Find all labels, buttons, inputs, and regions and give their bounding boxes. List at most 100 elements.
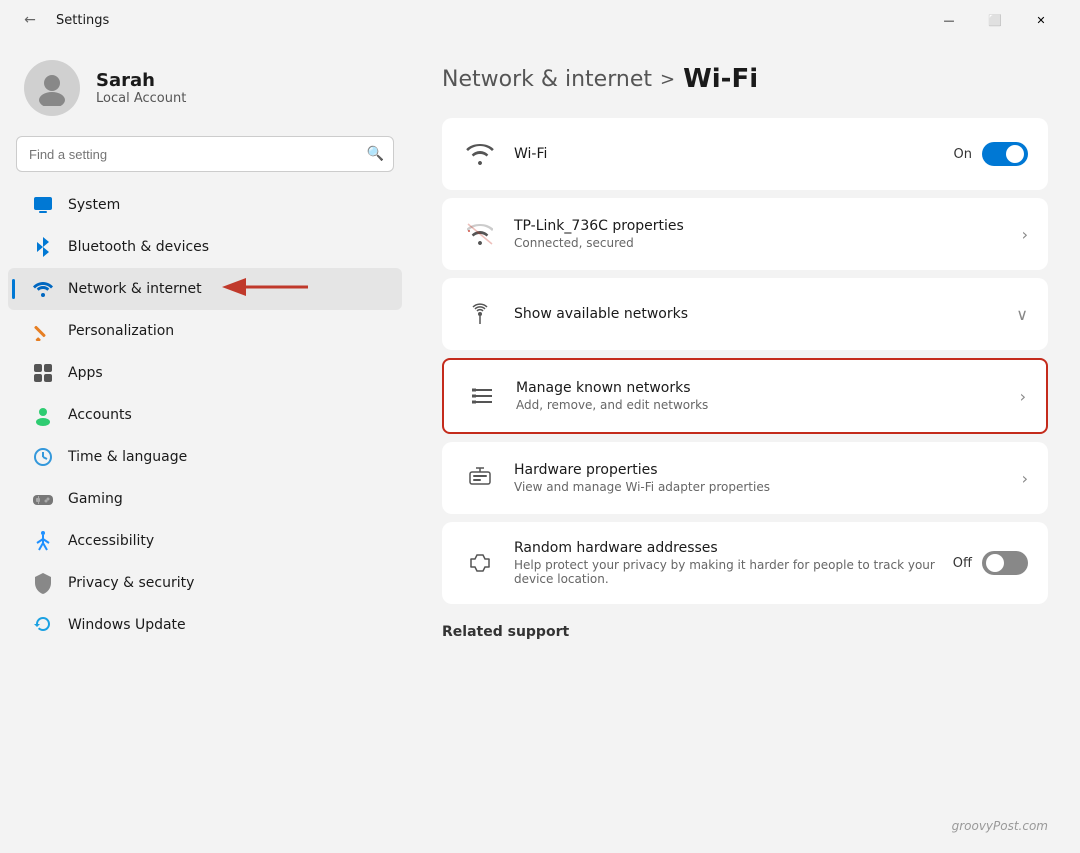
sidebar-item-gaming[interactable]: Gaming [8,478,402,520]
breadcrumb: Network & internet > Wi-Fi [442,64,1048,94]
random-hw-text: Random hardware addresses Help protect y… [514,540,937,586]
antenna-icon [462,296,498,332]
accessibility-icon [32,530,54,552]
hardware-props-title: Hardware properties [514,462,1006,478]
sidebar-item-privacy-label: Privacy & security [68,575,194,591]
titlebar-left: ← Settings [16,6,109,34]
chevron-down-icon: ∨ [1016,305,1028,324]
sidebar: Sarah Local Account 🔍 System [0,40,410,853]
tp-link-icon [462,216,498,252]
wifi-toggle-label: On [954,147,972,162]
manage-networks-icon [464,378,500,414]
tp-link-title: TP-Link_736C properties [514,218,1006,234]
close-button[interactable]: ✕ [1018,4,1064,36]
breadcrumb-separator: > [660,69,675,90]
minimize-button[interactable]: — [926,4,972,36]
sidebar-item-apps[interactable]: Apps [8,352,402,394]
nav-list: System Bluetooth & devices [0,184,410,646]
sidebar-item-update[interactable]: Windows Update [8,604,402,646]
show-networks-text: Show available networks [514,306,1000,322]
sidebar-item-privacy[interactable]: Privacy & security [8,562,402,604]
tp-link-item[interactable]: TP-Link_736C properties Connected, secur… [442,198,1048,270]
hardware-icon [462,460,498,496]
show-networks-title: Show available networks [514,306,1000,322]
bluetooth-icon [32,236,54,258]
sidebar-item-system-label: System [68,197,120,213]
watermark: groovyPost.com [952,819,1048,833]
sidebar-item-update-label: Windows Update [68,617,186,633]
arrow-annotation [218,272,318,306]
maximize-button[interactable]: ⬜ [972,4,1018,36]
back-button[interactable]: ← [16,6,44,34]
sidebar-item-time[interactable]: Time & language [8,436,402,478]
breadcrumb-current: Wi-Fi [683,64,758,94]
user-info: Sarah Local Account [96,70,186,106]
sidebar-item-bluetooth[interactable]: Bluetooth & devices [8,226,402,268]
random-hw-title: Random hardware addresses [514,540,937,556]
breadcrumb-parent: Network & internet [442,67,652,92]
hardware-props-text: Hardware properties View and manage Wi-F… [514,462,1006,494]
related-support: Related support [442,624,1048,640]
manage-networks-text: Manage known networks Add, remove, and e… [516,380,1004,412]
privacy-icon [32,572,54,594]
random-hw-toggle[interactable] [982,551,1028,575]
show-networks-card: Show available networks ∨ [442,278,1048,350]
sidebar-item-bluetooth-label: Bluetooth & devices [68,239,209,255]
search-icon: 🔍 [367,146,384,162]
sidebar-item-accounts[interactable]: Accounts [8,394,402,436]
hardware-props-card: Hardware properties View and manage Wi-F… [442,442,1048,514]
chevron-right-icon-2: › [1020,387,1026,406]
sidebar-item-accounts-label: Accounts [68,407,132,423]
apps-icon [32,362,54,384]
show-networks-chevron: ∨ [1016,305,1028,324]
manage-networks-chevron: › [1020,387,1026,406]
wifi-toggle-right: On [954,142,1028,166]
hardware-props-chevron: › [1022,469,1028,488]
random-hw-toggle-label: Off [953,556,972,571]
sidebar-item-accessibility[interactable]: Accessibility [8,520,402,562]
manage-networks-item[interactable]: Manage known networks Add, remove, and e… [444,360,1046,432]
avatar [24,60,80,116]
manage-networks-card: Manage known networks Add, remove, and e… [442,358,1048,434]
sidebar-item-personalization-label: Personalization [68,323,174,339]
wifi-card: Wi-Fi On [442,118,1048,190]
search-box: 🔍 [16,136,394,172]
random-hw-right: Off [953,551,1028,575]
titlebar: ← Settings — ⬜ ✕ [0,0,1080,40]
sidebar-item-time-label: Time & language [68,449,187,465]
hardware-props-subtitle: View and manage Wi-Fi adapter properties [514,480,1006,494]
hardware-props-item[interactable]: Hardware properties View and manage Wi-F… [442,442,1048,514]
sidebar-item-gaming-label: Gaming [68,491,123,507]
accounts-icon [32,404,54,426]
titlebar-title: Settings [56,13,109,28]
search-input[interactable] [16,136,394,172]
sidebar-item-personalization[interactable]: Personalization [8,310,402,352]
random-hw-item[interactable]: Random hardware addresses Help protect y… [442,522,1048,604]
system-icon [32,194,54,216]
wifi-toggle-item[interactable]: Wi-Fi On [442,118,1048,190]
personalization-icon [32,320,54,342]
user-account-type: Local Account [96,91,186,106]
network-icon [32,278,54,300]
random-hw-subtitle: Help protect your privacy by making it h… [514,558,937,586]
manage-networks-title: Manage known networks [516,380,1004,396]
wifi-toggle-text: Wi-Fi [514,146,938,162]
sidebar-item-system[interactable]: System [8,184,402,226]
sidebar-item-accessibility-label: Accessibility [68,533,154,549]
chevron-right-icon-3: › [1022,469,1028,488]
tp-link-card: TP-Link_736C properties Connected, secur… [442,198,1048,270]
random-hw-card: Random hardware addresses Help protect y… [442,522,1048,604]
titlebar-controls: — ⬜ ✕ [926,4,1064,36]
tp-link-text: TP-Link_736C properties Connected, secur… [514,218,1006,250]
tp-link-chevron: › [1022,225,1028,244]
sidebar-item-network[interactable]: Network & internet [8,268,402,310]
manage-networks-subtitle: Add, remove, and edit networks [516,398,1004,412]
show-networks-item[interactable]: Show available networks ∨ [442,278,1048,350]
app-body: Sarah Local Account 🔍 System [0,40,1080,853]
sidebar-item-network-label: Network & internet [68,281,202,297]
random-hw-icon [462,545,498,581]
wifi-toggle[interactable] [982,142,1028,166]
user-section[interactable]: Sarah Local Account [0,40,410,136]
user-name: Sarah [96,70,186,91]
chevron-right-icon: › [1022,225,1028,244]
